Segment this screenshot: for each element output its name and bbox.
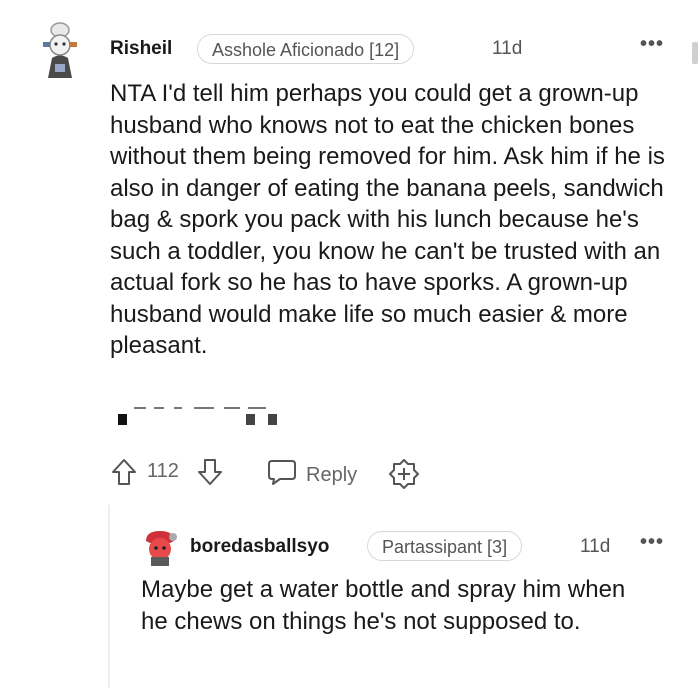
reply-body: Maybe get a water bottle and spray him w… xyxy=(141,576,626,635)
scrollbar-thumb[interactable] xyxy=(692,42,698,64)
reply-user-flair: Partassipant [3] xyxy=(367,531,523,561)
comment-body: NTA I'd tell him perhaps you could get a… xyxy=(110,80,665,359)
reply-user-avatar[interactable] xyxy=(140,527,180,567)
reply-icon xyxy=(266,458,298,492)
upvote-icon xyxy=(110,457,138,493)
more-options-button[interactable]: ••• xyxy=(640,33,664,56)
obscured-text-line xyxy=(116,404,286,431)
reply-username[interactable]: boredasballsyo xyxy=(190,536,329,558)
upvote-button[interactable] xyxy=(110,457,138,493)
reply-age: 11d xyxy=(580,536,611,557)
thread-line[interactable] xyxy=(108,505,110,688)
reply-more-options-button[interactable]: ••• xyxy=(640,531,664,554)
username[interactable]: Risheil xyxy=(110,38,172,60)
user-flair: Asshole Aficionado [12] xyxy=(197,34,415,64)
score-count: 112 xyxy=(147,460,179,482)
reply-button[interactable]: Reply xyxy=(266,458,357,492)
vote-score: 112 xyxy=(147,460,179,483)
award-icon xyxy=(388,458,420,496)
downvote-button[interactable] xyxy=(196,457,224,493)
award-button[interactable] xyxy=(388,458,420,496)
downvote-icon xyxy=(196,457,224,493)
reply-label: Reply xyxy=(306,463,358,486)
comment-age: 11d xyxy=(492,38,523,59)
user-avatar[interactable] xyxy=(38,20,82,80)
